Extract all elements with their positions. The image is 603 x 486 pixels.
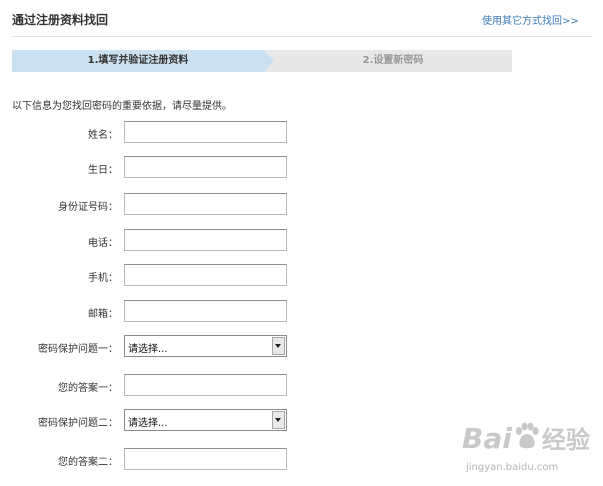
security-question-2-select[interactable]: 请选择... xyxy=(124,409,287,431)
watermark-url: jingyan.baidu.com xyxy=(466,462,559,473)
answer-1-input[interactable] xyxy=(124,374,287,396)
step-progress-bar: 1.填写并验证注册资料 2.设置新密码 xyxy=(12,50,512,72)
mobile-label: 手机： xyxy=(88,273,118,284)
answer-2-input[interactable] xyxy=(124,448,287,470)
answer-1-label: 您的答案一： xyxy=(58,383,118,394)
id-number-input[interactable] xyxy=(124,193,287,215)
chevron-down-icon[interactable] xyxy=(272,337,285,355)
intro-text: 以下信息为您找回密码的重要依据，请尽量提供。 xyxy=(12,101,232,112)
step-1-active: 1.填写并验证注册资料 xyxy=(12,50,274,72)
mobile-input[interactable] xyxy=(124,264,287,286)
security-question-1-label: 密码保护问题一： xyxy=(38,344,118,355)
security-question-2-label: 密码保护问题二： xyxy=(38,418,118,429)
name-input[interactable] xyxy=(124,121,287,143)
answer-2-label: 您的答案二： xyxy=(58,457,118,468)
phone-label: 电话： xyxy=(88,238,118,249)
other-recovery-methods-link[interactable]: 使用其它方式找回>> xyxy=(482,12,579,27)
watermark-brand-left: Bai xyxy=(462,422,512,455)
step-2-inactive: 2.设置新密码 xyxy=(362,55,424,66)
header-divider xyxy=(12,36,592,37)
birthday-input[interactable] xyxy=(124,156,287,178)
email-input[interactable] xyxy=(124,300,287,322)
security-question-1-select[interactable]: 请选择... xyxy=(124,335,287,357)
page-title: 通过注册资料找回 xyxy=(12,13,109,27)
watermark-brand: Bai 经验 xyxy=(462,420,590,455)
security-question-1-value: 请选择... xyxy=(128,344,168,355)
chevron-down-icon[interactable] xyxy=(272,411,285,429)
name-label: 姓名： xyxy=(88,130,118,141)
email-label: 邮箱： xyxy=(88,309,118,320)
birthday-label: 生日： xyxy=(88,165,118,176)
id-number-label: 身份证号码： xyxy=(58,202,118,213)
phone-input[interactable] xyxy=(124,229,287,251)
baidu-jingyan-watermark: Bai 经验 jingyan.baidu.com xyxy=(462,420,592,480)
paw-icon xyxy=(514,420,540,450)
watermark-brand-right: 经验 xyxy=(541,426,590,454)
security-question-2-value: 请选择... xyxy=(128,418,168,429)
